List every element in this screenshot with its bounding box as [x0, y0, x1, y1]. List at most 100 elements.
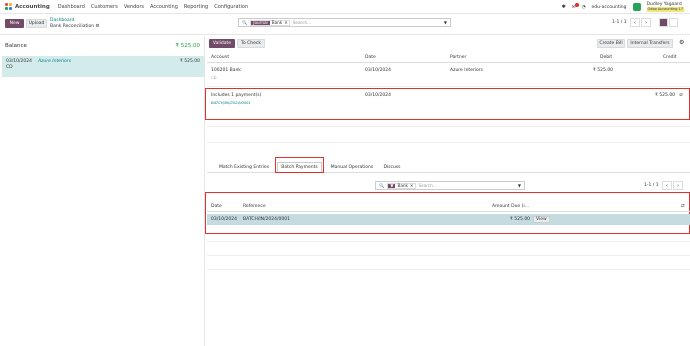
list-view-button[interactable] [669, 18, 678, 27]
row-divider [207, 241, 690, 242]
pager-prev-button[interactable]: ‹ [630, 18, 640, 27]
col-debit: Debit [600, 55, 613, 60]
menu-accounting[interactable]: Accounting [150, 4, 178, 10]
highlight-batch-table [205, 192, 690, 234]
row-divider [207, 269, 690, 270]
batch-col-date: Date [211, 204, 222, 209]
batch-pager-next-button[interactable]: › [673, 181, 683, 190]
col-credit: Credit [663, 55, 677, 60]
filter-icon: ▼ [388, 183, 396, 188]
upload-button[interactable]: Upload [26, 19, 47, 28]
menu-dashboard[interactable]: Dashboard [58, 4, 85, 10]
create-bill-button[interactable]: Create Bill [597, 39, 625, 48]
row2-credit: ₹ 525.00 [655, 93, 676, 98]
line-label: CD [6, 65, 13, 70]
row1-debit: ₹ 525.00 [593, 68, 614, 73]
search-input[interactable]: Search... [293, 20, 311, 25]
settings-icon[interactable]: ⚙ [679, 39, 684, 46]
statement-line[interactable]: 03/10/2024 Azure Interiors CD ₹ 525.00 [2, 56, 204, 77]
row-divider [207, 126, 690, 127]
col-partner: Partner [450, 55, 467, 60]
top-navbar: Accounting Dashboard Customers Vendors A… [0, 0, 690, 14]
kanban-view-button[interactable] [659, 18, 668, 27]
app-brand[interactable]: Accounting [5, 3, 50, 10]
breadcrumb-current: Bank Reconciliation ⚙ [50, 24, 100, 30]
row2-date: 03/10/2024 [365, 93, 391, 98]
to-check-button[interactable]: To Check [237, 39, 265, 48]
search-toggle-icon[interactable]: ▼ [444, 20, 447, 25]
navbar-right: ✱ ✉ ◔ edu-accounting Dudley Yagaard Odoo… [562, 2, 684, 12]
menu-vendors[interactable]: Vendors [124, 4, 144, 10]
menu-reporting[interactable]: Reporting [184, 4, 208, 10]
batch-row-reference: BATCH/IN/2024/0001 [243, 217, 290, 222]
batch-table-row[interactable]: 03/10/2024 BATCH/IN/2024/0001 ₹ 525.00 V… [207, 214, 690, 225]
chat-icon[interactable]: ✉ [572, 2, 579, 10]
tab-manual-operations[interactable]: Manual Operations [326, 162, 378, 173]
line-date: 03/10/2024 [6, 59, 32, 64]
user-menu[interactable]: Dudley Yagaard Odoo Accounting 17 [646, 2, 684, 12]
page-title: Bank Reconciliation [50, 23, 95, 29]
main-menu: Dashboard Customers Vendors Accounting R… [58, 4, 248, 10]
batch-col-amount: Amount Due (i... [492, 204, 529, 209]
bug-icon[interactable]: ✱ [562, 4, 566, 10]
search-bar: 🔍 Journal Bank ✕ Search... ▼ [238, 18, 451, 27]
row-divider [207, 255, 690, 256]
clock-icon[interactable]: ◔ [582, 5, 586, 10]
batch-search-input[interactable]: Search... [419, 183, 437, 188]
company-name[interactable]: edu-accounting [592, 5, 627, 10]
pager-next-button[interactable]: › [641, 18, 651, 27]
facet-remove-icon[interactable]: ✕ [410, 183, 415, 188]
highlight-batch-tab [275, 157, 324, 173]
search-toggle-icon[interactable]: ▼ [518, 183, 521, 188]
row2-batch-ref[interactable]: BATCH/IN/2024/0001 [211, 100, 251, 106]
entry-row-bank[interactable]: 100201 Bank CD 03/10/2024 Azure Interior… [207, 68, 690, 84]
search-icon: 🔍 [242, 19, 248, 25]
new-button[interactable]: New [5, 19, 24, 28]
row1-account: 100201 Bank [211, 68, 241, 73]
app-grid-icon[interactable] [5, 3, 12, 10]
gear-icon[interactable]: ⚙ [96, 24, 100, 29]
line-partner: Azure Interiors [37, 59, 72, 64]
view-button[interactable]: View [533, 216, 550, 223]
validate-button[interactable]: Validate [209, 39, 235, 48]
breadcrumb: Dashboard Bank Reconciliation ⚙ [50, 18, 100, 29]
search-facet: Journal Bank ✕ [250, 19, 290, 26]
col-date: Date [365, 55, 376, 60]
batch-col-reference: Reference [243, 204, 266, 209]
app-name: Accounting [15, 3, 50, 10]
batch-facet: ▼ Bank ✕ [387, 182, 416, 189]
batch-search-bar: 🔍 ▼ Bank ✕ Search... ▼ [375, 181, 525, 190]
entry-row-payment[interactable]: Includes 1 payment(s) BATCH/IN/2024/0001… [207, 93, 690, 109]
row1-label: CD [211, 75, 217, 80]
batch-row-amount: ₹ 525.00 [510, 217, 531, 222]
batch-pager[interactable]: 1-1 / 1 [644, 183, 659, 188]
search-icon: 🔍 [379, 182, 385, 188]
statement-lines-pane: Balance ₹ 525.00 03/10/2024 Azure Interio… [0, 36, 205, 346]
column-settings-icon[interactable]: ⇄ [681, 204, 685, 209]
facet-value: Bank [271, 20, 283, 25]
remove-line-icon[interactable]: ⊘ [679, 93, 683, 99]
batch-row-date: 03/10/2024 [211, 217, 237, 222]
batch-pager-prev-button[interactable]: ‹ [662, 181, 672, 190]
tab-match-existing[interactable]: Match Existing Entries [215, 162, 273, 173]
pager-value[interactable]: 1-1 / 1 [612, 20, 627, 25]
batch-table-header: Date Reference Amount Due (i... ⇄ [207, 201, 690, 212]
balance-row: Balance ₹ 525.00 [0, 40, 205, 52]
facet-remove-icon[interactable]: ✕ [284, 20, 289, 25]
row-divider [207, 142, 690, 143]
user-avatar[interactable] [632, 3, 641, 11]
row1-partner: Azure Interiors [450, 68, 484, 73]
facet-key: Journal [251, 20, 270, 25]
user-subtitle: Odoo Accounting 17 [646, 7, 684, 12]
col-account: Account [211, 55, 230, 60]
row-divider [207, 86, 690, 87]
batch-facet-value: Bank [397, 183, 408, 188]
line-amount: ₹ 525.00 [179, 59, 200, 64]
menu-configuration[interactable]: Configuration [214, 4, 248, 10]
internal-transfer-button[interactable]: Internal Transfers [627, 39, 673, 48]
tab-discuss[interactable]: Discuss [381, 162, 403, 173]
control-panel: New Upload Dashboard Bank Reconciliation… [0, 15, 690, 35]
menu-customers[interactable]: Customers [91, 4, 118, 10]
row2-account: Includes 1 payment(s) [211, 93, 262, 98]
row1-date: 03/10/2024 [365, 68, 391, 73]
